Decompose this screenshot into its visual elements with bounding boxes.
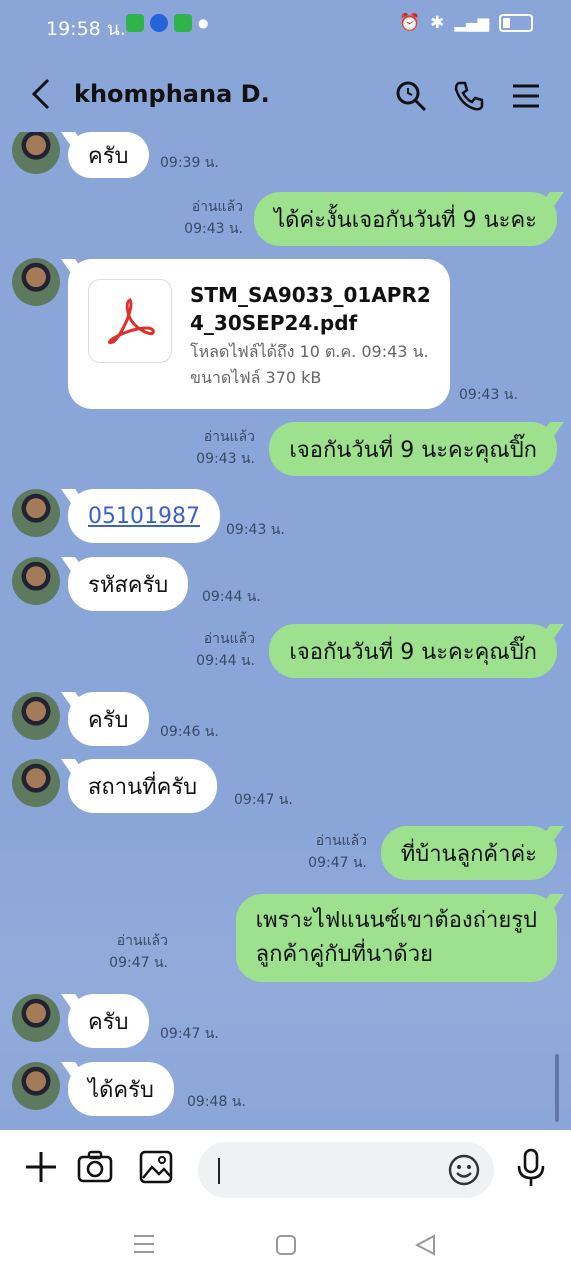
- search-icon[interactable]: [395, 80, 427, 112]
- app-notification-icon: [174, 14, 192, 32]
- message-time: 09:43 น.: [226, 522, 285, 538]
- message-text: ที่บ้านลูกค้าค่ะ: [400, 841, 537, 867]
- message-text: สถานที่ครับ: [88, 774, 198, 800]
- avatar[interactable]: [12, 1062, 60, 1110]
- message-time: 09:47 น.: [234, 792, 293, 808]
- avatar[interactable]: [12, 692, 60, 740]
- message-bubble[interactable]: ครับ: [68, 692, 149, 746]
- message-bubble[interactable]: 05101987: [68, 489, 220, 543]
- file-details: โหลดไฟล์ได้ถึง 10 ต.ค. 09:43 น. ขนาดไฟล์ …: [190, 342, 429, 387]
- message-input[interactable]: [198, 1142, 494, 1198]
- signal-icon: ▂▄▆: [454, 14, 489, 32]
- read-receipt: อ่านแล้ว 09:47 น.: [308, 833, 367, 871]
- message-text: ได้ค่ะงั้นเจอกันวันที่ 9 นะคะ: [274, 207, 537, 233]
- file-attachment[interactable]: STM_SA9033_01APR24_30SEP24.pdf โหลดไฟล์ไ…: [68, 259, 450, 409]
- message-bubble[interactable]: สถานที่ครับ: [68, 759, 218, 813]
- message-time: 09:44 น.: [202, 589, 261, 605]
- read-receipt: อ่านแล้ว 09:43 น.: [184, 199, 243, 237]
- read-receipt: อ่านแล้ว 09:44 น.: [196, 631, 255, 669]
- avatar[interactable]: [12, 258, 60, 306]
- message-time: 09:43 น.: [459, 387, 518, 403]
- message-text: ครับ: [88, 707, 129, 733]
- message-bubble[interactable]: ได้ครับ: [68, 1062, 174, 1116]
- home-icon[interactable]: [275, 1234, 297, 1256]
- message-text: เจอกันวันที่ 9 นะคะคุณปิ๊ก: [289, 437, 537, 463]
- more-dot-icon: ●: [198, 16, 209, 30]
- bluetooth-icon: ✱: [430, 13, 445, 33]
- file-name: STM_SA9033_01APR24_30SEP24.pdf: [190, 283, 431, 335]
- status-time: 19:58 น.: [46, 18, 126, 40]
- message-time: 09:46 น.: [160, 724, 219, 740]
- chat-notification-icon: [126, 14, 144, 32]
- message-text: ครับ: [88, 1009, 129, 1035]
- message-time: 09:48 น.: [187, 1094, 246, 1110]
- system-icons: ⏰ ✱ ▂▄▆: [399, 13, 533, 33]
- message-time: 09:39 น.: [160, 155, 219, 171]
- message-bubble[interactable]: รหัสครับ: [68, 557, 189, 611]
- system-nav-bar: [0, 1210, 571, 1280]
- microphone-icon[interactable]: [516, 1148, 546, 1188]
- back-nav-icon[interactable]: [414, 1234, 436, 1256]
- battery-icon: [499, 14, 533, 32]
- back-arrow-icon[interactable]: [30, 78, 52, 110]
- message-bubble[interactable]: เจอกันวันที่ 9 นะคะคุณปิ๊ก: [269, 422, 557, 476]
- message-time: 09:47 น.: [160, 1026, 219, 1042]
- chat-header: khomphana D.: [0, 50, 571, 140]
- avatar[interactable]: [12, 994, 60, 1042]
- scrollbar[interactable]: [555, 1054, 559, 1122]
- camera-icon[interactable]: [77, 1150, 113, 1184]
- text-cursor: [218, 1158, 220, 1184]
- message-bubble[interactable]: เจอกันวันที่ 9 นะคะคุณปิ๊ก: [269, 624, 557, 678]
- input-bar: [0, 1130, 571, 1210]
- contact-name: khomphana D.: [74, 80, 270, 108]
- avatar[interactable]: [12, 759, 60, 807]
- message-text: ลูกค้าคู่กับที่นาด้วย: [255, 942, 433, 967]
- image-icon[interactable]: [139, 1150, 173, 1184]
- phone-icon[interactable]: [453, 80, 485, 112]
- ai-notification-icon: [150, 14, 168, 32]
- menu-icon[interactable]: [511, 80, 541, 112]
- plus-icon[interactable]: [24, 1150, 58, 1184]
- message-bubble[interactable]: ครับ: [68, 994, 149, 1048]
- avatar[interactable]: [12, 557, 60, 605]
- message-text: รหัสครับ: [88, 572, 169, 598]
- message-bubble[interactable]: ได้ค่ะงั้นเจอกันวันที่ 9 นะคะ: [254, 192, 557, 246]
- status-bar: 19:58 น. ● ⏰ ✱ ▂▄▆: [0, 0, 571, 50]
- read-receipt: อ่านแล้ว 09:43 น.: [196, 429, 255, 467]
- recent-apps-icon[interactable]: [133, 1234, 155, 1254]
- message-bubble[interactable]: เพราะไฟแนนซ์เขาต้องถ่ายรูป ลูกค้าคู่กับท…: [235, 894, 557, 982]
- message-text: ครับ: [88, 143, 129, 169]
- avatar[interactable]: [12, 132, 60, 174]
- avatar[interactable]: [12, 489, 60, 537]
- message-text: เจอกันวันที่ 9 นะคะคุณปิ๊ก: [289, 639, 537, 665]
- message-bubble[interactable]: ครับ: [68, 132, 149, 178]
- message-bubble[interactable]: ที่บ้านลูกค้าค่ะ: [380, 826, 557, 880]
- notification-icons: ●: [126, 14, 208, 32]
- message-link[interactable]: 05101987: [88, 504, 200, 529]
- alarm-icon: ⏰: [398, 13, 421, 33]
- message-text: ได้ครับ: [88, 1077, 154, 1103]
- pdf-icon: [88, 279, 172, 363]
- read-receipt: อ่านแล้ว 09:47 น.: [109, 933, 168, 971]
- chat-area[interactable]: ครับ 09:39 น. อ่านแล้ว 09:43 น. ได้ค่ะงั้…: [0, 132, 571, 1130]
- message-text: เพราะไฟแนนซ์เขาต้องถ่ายรูป: [255, 908, 537, 933]
- emoji-icon[interactable]: [448, 1154, 480, 1186]
